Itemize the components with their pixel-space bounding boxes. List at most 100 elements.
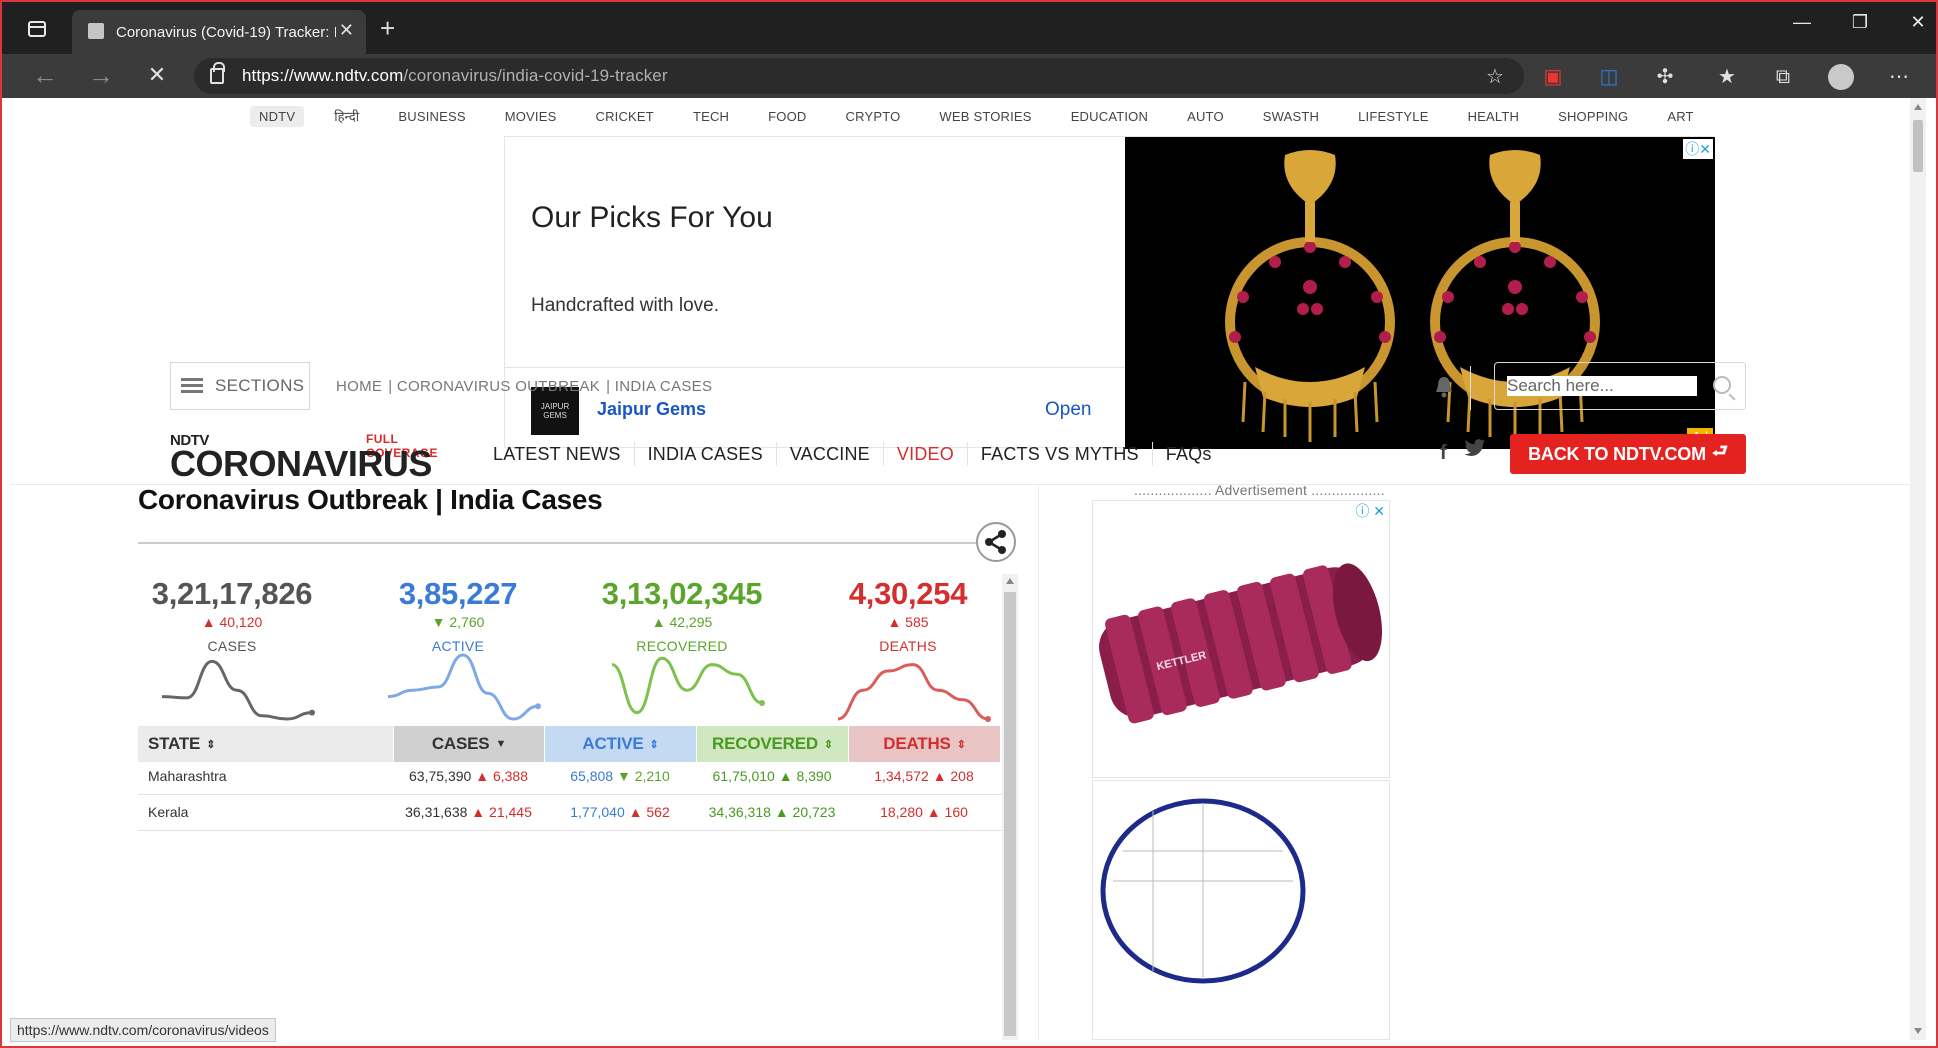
topnav-lifestyle[interactable]: LIFESTYLE — [1349, 106, 1437, 127]
rail-divider — [1038, 486, 1039, 1040]
topnav-business[interactable]: BUSINESS — [389, 106, 474, 127]
ui-extension-icon[interactable]: ◫ — [1596, 64, 1622, 90]
search-box[interactable] — [1494, 362, 1746, 410]
sparkline-end-dot — [759, 700, 765, 706]
th-deaths[interactable]: DEATHS ⇕ — [848, 726, 1000, 762]
more-options-icon[interactable]: ⋯ — [1886, 64, 1912, 90]
profile-avatar-icon[interactable] — [1828, 64, 1854, 90]
th-state-label: STATE — [148, 734, 201, 753]
ad-brand-link[interactable]: Jaipur Gems — [597, 399, 706, 420]
close-tab-icon[interactable]: ✕ — [339, 20, 354, 41]
topnav-crypto[interactable]: CRYPTO — [837, 106, 910, 127]
menu-latest-news[interactable]: LATEST NEWS — [480, 442, 635, 466]
collections-icon[interactable]: ⧉ — [1770, 64, 1796, 90]
topnav-hindi[interactable]: हिन्दी — [325, 104, 368, 128]
tab-title: Coronavirus (Covid-19) Tracker: I — [116, 23, 336, 41]
table-row[interactable]: Kerala 36,31,638 ▲ 21,445 1,77,040 ▲ 562 34… — [138, 794, 1002, 830]
cell-state[interactable]: Kerala — [138, 804, 393, 820]
cases-delta: ▲ 21,445 — [471, 804, 532, 820]
table-scrollbar[interactable] — [1002, 574, 1018, 1040]
table-row[interactable]: Maharashtra 63,75,390 ▲ 6,388 65,808 ▼ 2,2… — [138, 758, 1002, 794]
main-menu: LATEST NEWS INDIA CASES VACCINE VIDEO FA… — [480, 442, 1225, 466]
stat-value: 3,13,02,345 — [601, 576, 763, 611]
restore-icon[interactable]: ❐ — [1840, 12, 1880, 33]
topnav-ndtv[interactable]: NDTV — [250, 105, 305, 127]
pocket-extension-icon[interactable]: ▣ — [1540, 64, 1566, 90]
sidebar-ad[interactable]: ⓘ ✕ KETTLER — [1092, 500, 1390, 778]
topnav-tech[interactable]: TECH — [684, 106, 738, 127]
topnav-health[interactable]: HEALTH — [1459, 106, 1529, 127]
menu-vaccine[interactable]: VACCINE — [777, 442, 884, 466]
ad-divider — [505, 367, 1125, 368]
page-scrollbar[interactable] — [1910, 98, 1926, 1040]
stop-loading-icon[interactable]: ✕ — [140, 60, 174, 92]
topnav-education[interactable]: EDUCATION — [1062, 106, 1157, 127]
topnav-web-stories[interactable]: WEB STORIES — [930, 106, 1040, 127]
th-active[interactable]: ACTIVE ⇕ — [544, 726, 696, 762]
search-icon[interactable] — [1713, 376, 1731, 394]
add-favorite-icon[interactable]: ☆ — [1482, 64, 1508, 90]
address-bar[interactable]: https://www.ndtv.com/coronavirus/india-c… — [194, 58, 1524, 94]
menu-india-cases[interactable]: INDIA CASES — [635, 442, 777, 466]
advertisement-label: ................... Advertisement ......… — [1134, 482, 1385, 498]
minimize-icon[interactable]: — — [1782, 12, 1822, 33]
lock-icon[interactable] — [210, 62, 225, 84]
search-input[interactable] — [1507, 376, 1697, 396]
th-recovered[interactable]: RECOVERED ⇕ — [696, 726, 848, 762]
ad-open-button[interactable]: Open — [1045, 399, 1091, 421]
sort-icon: ⇕ — [823, 738, 833, 751]
new-tab-icon[interactable]: + — [380, 14, 395, 42]
th-cases[interactable]: CASES ▼ — [393, 726, 544, 762]
stat-delta: ▲ 585 — [887, 614, 929, 630]
th-deaths-label: DEATHS — [883, 734, 951, 753]
tab-actions-icon[interactable] — [20, 14, 54, 44]
ad-choices-close-icon[interactable]: ⓘ✕ — [1683, 139, 1713, 159]
sparkline-active — [387, 653, 541, 721]
racket-image — [1100, 798, 1306, 984]
sidebar-ad-2[interactable] — [1092, 780, 1390, 1040]
menu-video[interactable]: VIDEO — [884, 442, 968, 466]
topnav-swasth[interactable]: SWASTH — [1254, 106, 1328, 127]
favorites-icon[interactable]: ★ — [1714, 64, 1740, 90]
menu-faqs[interactable]: FAQs — [1153, 442, 1225, 466]
cases-value: 36,31,638 — [405, 804, 468, 820]
menu-facts-vs-myths[interactable]: FACTS VS MYTHS — [968, 442, 1153, 466]
th-active-label: ACTIVE — [582, 734, 644, 753]
notification-bell-icon[interactable] — [1434, 376, 1454, 398]
stat-cases: 3,21,17,826 ▲ 40,120 CASES — [127, 576, 337, 654]
th-cases-label: CASES — [431, 734, 490, 753]
coronavirus-logo[interactable]: NDTV FULL COVERAGE CORONAVIRUS — [170, 432, 470, 484]
th-state[interactable]: STATE ⇕ — [138, 726, 393, 762]
twitter-icon[interactable] — [1464, 438, 1486, 464]
cell-active: 65,808 ▼ 2,210 — [544, 768, 696, 784]
browser-tab[interactable]: Coronavirus (Covid-19) Tracker: I ✕ — [72, 10, 366, 54]
stat-delta: ▲ 40,120 — [201, 614, 263, 630]
title-rule — [138, 542, 978, 544]
breadcrumb-india-cases[interactable]: | INDIA CASES — [606, 378, 712, 395]
stat-recovered: 3,13,02,345 ▲ 42,295 RECOVERED — [577, 576, 787, 654]
url-host: https://www.ndtv.com — [242, 66, 404, 85]
topnav-cricket[interactable]: CRICKET — [586, 106, 662, 127]
breadcrumb-outbreak[interactable]: | CORONAVIRUS OUTBREAK — [388, 378, 600, 395]
share-button[interactable] — [976, 522, 1016, 562]
topnav-food[interactable]: FOOD — [759, 106, 815, 127]
back-to-ndtv-button[interactable]: BACK TO NDTV.COM ⮐ — [1510, 434, 1746, 474]
topnav-movies[interactable]: MOVIES — [496, 106, 566, 127]
extensions-icon[interactable]: ✣ — [1652, 64, 1678, 90]
sections-label: SECTIONS — [215, 376, 305, 395]
ad-title: Our Picks For You — [531, 201, 773, 234]
close-window-icon[interactable]: ✕ — [1898, 12, 1938, 33]
topnav-auto[interactable]: AUTO — [1178, 106, 1233, 127]
back-icon[interactable]: ← — [28, 60, 62, 92]
stat-active: 3,85,227 ▼ 2,760 ACTIVE — [353, 576, 563, 654]
cell-active: 1,77,040 ▲ 562 — [544, 804, 696, 820]
forward-icon[interactable]: → — [84, 60, 118, 92]
sections-button[interactable]: SECTIONS — [170, 362, 310, 410]
logo-coronavirus: CORONAVIRUS — [170, 443, 432, 484]
breadcrumb-home[interactable]: HOME — [336, 378, 382, 395]
facebook-icon[interactable]: f — [1440, 442, 1447, 465]
ad-choices-close-icon[interactable]: ⓘ ✕ — [1355, 501, 1385, 521]
topnav-shopping[interactable]: SHOPPING — [1549, 106, 1637, 127]
cell-state[interactable]: Maharashtra — [138, 768, 393, 784]
topnav-art[interactable]: ART — [1658, 106, 1702, 127]
